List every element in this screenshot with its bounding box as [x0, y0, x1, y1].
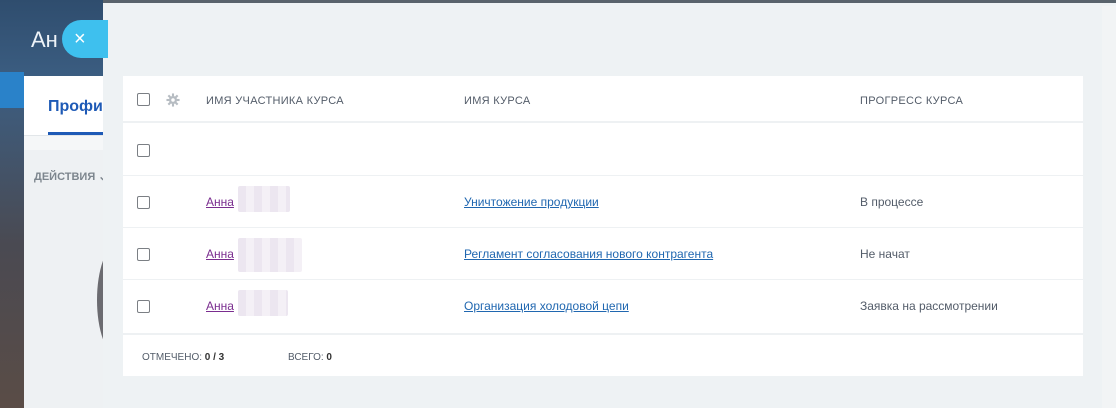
gear-icon[interactable]: [166, 93, 180, 107]
row-checkbox[interactable]: [137, 248, 150, 261]
participant-link[interactable]: Анна: [206, 247, 234, 261]
background-tab-bar: Профил: [24, 76, 114, 136]
selected-count: ОТМЕЧЕНО: 0 / 3: [142, 352, 224, 363]
row-checkbox[interactable]: [137, 300, 150, 313]
slider-scrollbar[interactable]: [1102, 6, 1116, 408]
table-row: Анна Уничтожение продукции В процессе: [123, 176, 1083, 228]
column-header-participant[interactable]: ИМЯ УЧАСТНИКА КУРСА: [206, 95, 344, 107]
participant-link[interactable]: Анна: [206, 195, 234, 209]
selected-count-label: ОТМЕЧЕНО:: [142, 352, 202, 363]
row-checkbox[interactable]: [137, 196, 150, 209]
column-header-course[interactable]: ИМЯ КУРСА: [464, 95, 531, 107]
table-row: Анна Организация холодовой цепи Заявка н…: [123, 280, 1083, 332]
total-count: ВСЕГО: 0: [288, 352, 332, 363]
select-all-checkbox[interactable]: [137, 93, 150, 106]
course-progress-grid: ИМЯ УЧАСТНИКА КУРСА ИМЯ КУРСА ПРОГРЕСС К…: [123, 76, 1083, 376]
course-link[interactable]: Организация холодовой цепи: [464, 299, 629, 313]
redacted-surname: [238, 186, 290, 212]
grid-footer: ОТМЕЧЕНО: 0 / 3 ВСЕГО: 0: [123, 333, 1083, 376]
row-checkbox[interactable]: [137, 144, 150, 157]
course-link[interactable]: Регламент согласования нового контрагент…: [464, 247, 713, 261]
background-blue-edge: [0, 72, 24, 108]
table-row: Анна Регламент согласования нового контр…: [123, 228, 1083, 280]
progress-status: Не начат: [860, 247, 910, 261]
close-slider-button[interactable]: ×: [62, 20, 108, 58]
redacted-surname: [238, 238, 302, 272]
participant-link[interactable]: Анна: [206, 299, 234, 313]
selected-count-value: 0 / 3: [204, 352, 225, 363]
redacted-surname: [238, 290, 288, 316]
total-count-label: ВСЕГО:: [288, 352, 324, 363]
table-row: [123, 124, 1083, 176]
progress-status: Заявка на рассмотрении: [860, 299, 998, 313]
close-icon: ×: [74, 28, 86, 50]
column-header-progress[interactable]: ПРОГРЕСС КУРСА: [860, 95, 963, 107]
progress-status: В процессе: [860, 195, 924, 209]
course-link[interactable]: Уничтожение продукции: [464, 195, 599, 209]
background-page-title: Ан: [31, 27, 58, 52]
tab-active-underline: [48, 132, 108, 135]
actions-dropdown[interactable]: ДЕЙСТВИЯ ⌄: [34, 170, 108, 183]
slider-panel: ИМЯ УЧАСТНИКА КУРСА ИМЯ КУРСА ПРОГРЕСС К…: [103, 3, 1116, 408]
grid-header: ИМЯ УЧАСТНИКА КУРСА ИМЯ КУРСА ПРОГРЕСС К…: [123, 76, 1083, 123]
total-count-value: 0: [326, 352, 332, 363]
